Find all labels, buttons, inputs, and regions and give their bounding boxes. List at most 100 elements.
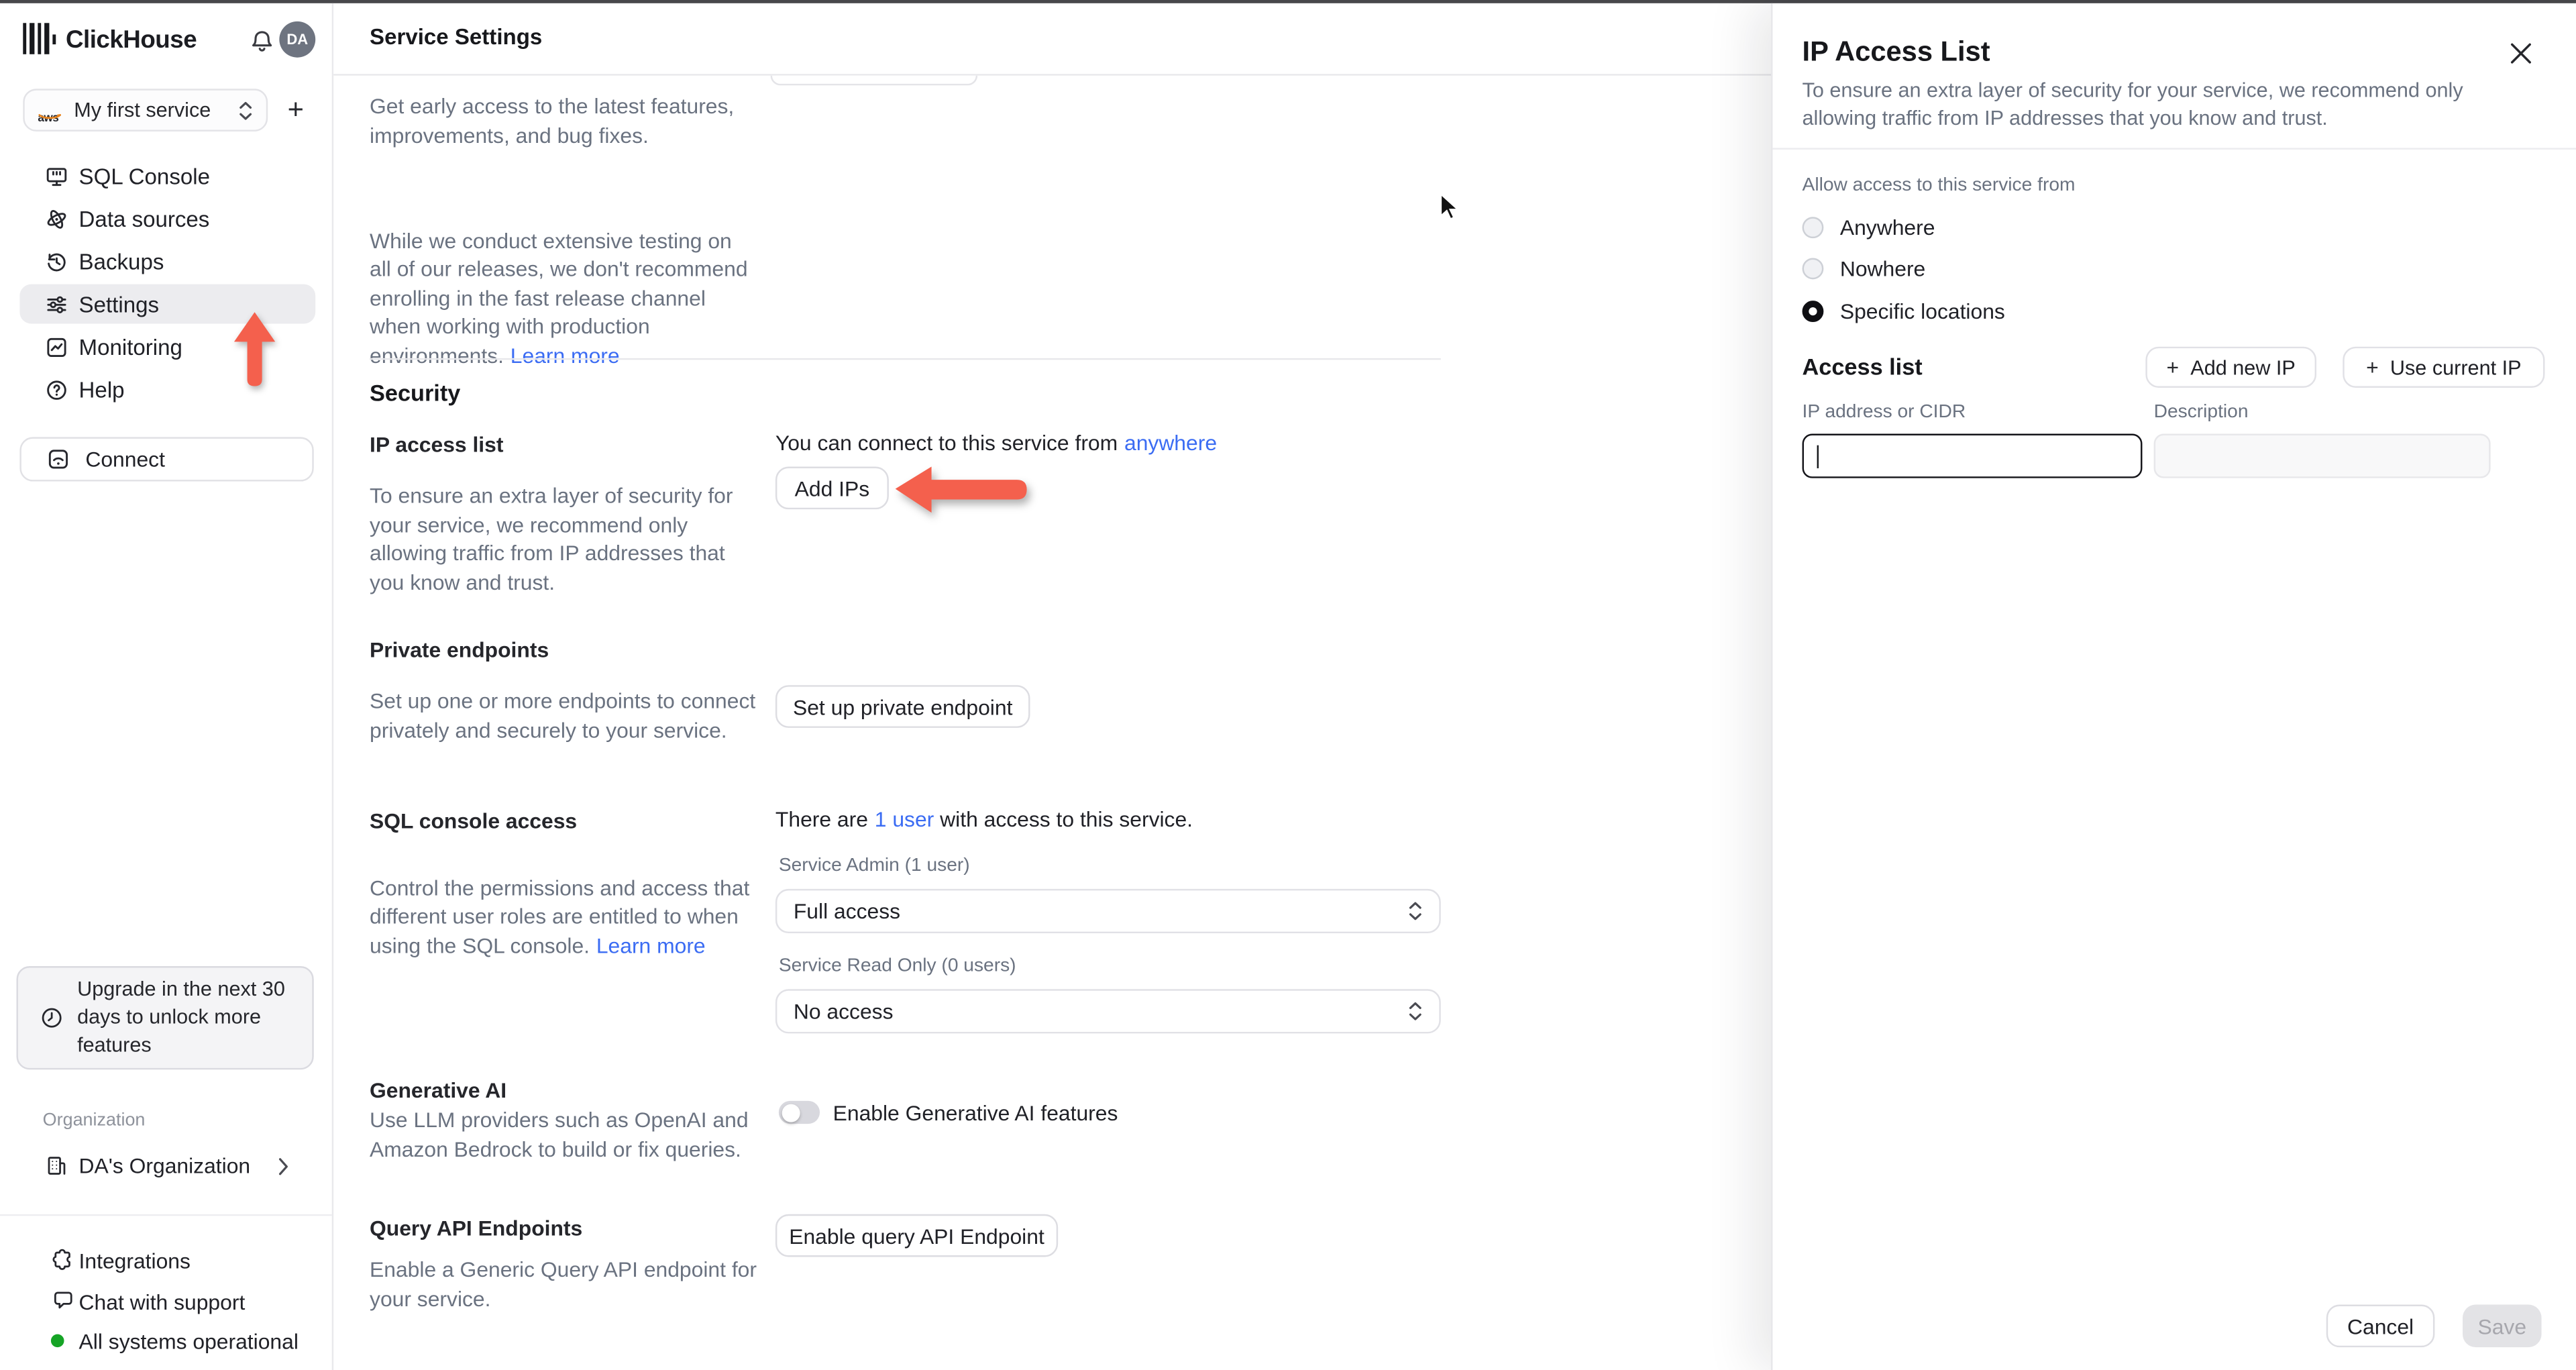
one-user-link[interactable]: 1 user (875, 806, 934, 831)
plus-icon: + (2166, 354, 2180, 380)
radio-circle-icon (1802, 257, 1824, 279)
chevron-right-icon (276, 1157, 290, 1176)
sql-console-access-title: SQL console access (370, 808, 578, 833)
security-section-title: Security (370, 379, 461, 406)
panel-description: To ensure an extra layer of security for… (1802, 78, 2463, 130)
building-icon (44, 1153, 69, 1178)
notifications-bell-icon[interactable] (248, 28, 276, 56)
security-section-divider (370, 358, 1441, 360)
ip-column-label: IP address or CIDR (1802, 403, 1966, 423)
description-column-label: Description (2153, 403, 2249, 423)
countdown-clock-icon (42, 1008, 62, 1028)
description-input[interactable] (2153, 433, 2491, 478)
service-admin-select[interactable]: Full access (775, 888, 1441, 934)
monitoring-icon (44, 334, 69, 359)
private-endpoints-title: Private endpoints (370, 637, 549, 662)
generative-ai-toggle[interactable] (778, 1100, 820, 1124)
learn-more-link[interactable]: Learn more (511, 343, 620, 368)
service-read-only-label: Service Read Only (0 users) (778, 956, 1016, 976)
sidebar-item-data-sources[interactable]: Data sources (0, 197, 333, 240)
generative-ai-title: Generative AI (370, 1077, 507, 1103)
toggle-knob (781, 1103, 800, 1122)
service-selector[interactable]: aws My first service (23, 89, 268, 131)
red-arrow-up-annotation (233, 312, 276, 386)
main-header (333, 3, 1772, 76)
access-list-title: Access list (1802, 353, 1923, 380)
learn-more-link[interactable]: Learn more (596, 933, 706, 957)
ip-access-list-description: To ensure an extra layer of security for… (370, 483, 733, 594)
sidebar-item-integrations[interactable]: Integrations (0, 1241, 333, 1281)
ip-access-list-panel: IP Access List To ensure an extra layer … (1771, 3, 2576, 1370)
panel-title: IP Access List (1802, 36, 1990, 68)
clickhouse-app: ClickHouse DA aws My first service + SQL… (0, 0, 2576, 1370)
settings-icon (44, 292, 69, 317)
select-updown-icon (1409, 902, 1421, 920)
radio-nowhere[interactable]: Nowhere (1802, 256, 1925, 280)
generative-ai-toggle-label: Enable Generative AI features (833, 1100, 1118, 1126)
organization-name: DA's Organization (78, 1153, 251, 1178)
brand-name: ClickHouse (65, 26, 197, 54)
organization-row[interactable]: DA's Organization (0, 1147, 333, 1186)
ip-access-connect-text: You can connect to this service from anyw… (775, 430, 1218, 456)
generative-ai-description: Use LLM providers such as OpenAI and Ama… (370, 1107, 749, 1161)
sql-console-access-summary: There are 1 user with access to this serv… (775, 806, 1193, 832)
sidebar-item-sql-console[interactable]: SQL Console (0, 154, 333, 197)
upgrade-notice-card[interactable]: Upgrade in the next 30 days to unlock mo… (16, 966, 314, 1070)
sidebar-item-settings[interactable]: Settings (0, 282, 333, 325)
sidebar-nav: SQL Console Data sources Backups Setting… (0, 154, 333, 411)
data-sources-icon (44, 206, 69, 231)
enable-query-api-button[interactable]: Enable query API Endpoint (775, 1214, 1059, 1257)
setup-private-endpoint-button[interactable]: Set up private endpoint (775, 685, 1030, 728)
upgrade-notice-text: Upgrade in the next 30 days to unlock mo… (77, 978, 285, 1057)
text-caret (1817, 445, 1819, 468)
service-read-only-select[interactable]: No access (775, 989, 1441, 1034)
chat-bubble-icon (51, 1288, 76, 1313)
sql-console-access-description: Control the permissions and access that … (370, 875, 750, 957)
save-button[interactable]: Save (2463, 1304, 2542, 1348)
radio-specific-locations[interactable]: Specific locations (1802, 298, 2005, 323)
cancel-button[interactable]: Cancel (2326, 1304, 2435, 1348)
sidebar-item-chat-support[interactable]: Chat with support (0, 1281, 333, 1322)
release-channel-paragraph-2: While we conduct extensive testing on al… (370, 227, 748, 368)
anywhere-link[interactable]: anywhere (1124, 431, 1217, 456)
organization-section-label: Organization (42, 1110, 146, 1130)
plus-icon: + (2366, 354, 2379, 380)
sidebar-item-monitoring[interactable]: Monitoring (0, 325, 333, 368)
connect-button[interactable]: Connect (19, 437, 314, 482)
backups-icon (44, 249, 69, 274)
clickhouse-logo-icon (23, 23, 56, 54)
user-avatar[interactable]: DA (279, 21, 316, 58)
add-service-button[interactable]: + (288, 94, 304, 127)
radio-selected-icon (1802, 299, 1824, 321)
sidebar-item-backups[interactable]: Backups (0, 240, 333, 283)
add-ips-button[interactable]: Add IPs (775, 466, 889, 510)
add-new-ip-button[interactable]: + Add new IP (2145, 346, 2317, 388)
sql-console-icon (44, 164, 69, 189)
sidebar-item-system-status[interactable]: All systems operational (0, 1321, 333, 1362)
status-green-dot-icon (50, 1334, 64, 1348)
connect-icon (48, 450, 68, 469)
red-arrow-left-annotation (895, 466, 1027, 513)
sidebar-divider (0, 1214, 332, 1216)
sidebar-item-help[interactable]: Help (0, 368, 333, 411)
panel-divider (1772, 148, 2576, 150)
selected-service-name: My first service (74, 98, 211, 122)
page-title: Service Settings (370, 24, 543, 50)
release-channel-paragraph-1: Get early access to the latest features,… (370, 93, 735, 148)
query-api-endpoints-title: Query API Endpoints (370, 1216, 583, 1241)
ip-address-input[interactable] (1802, 433, 2143, 478)
help-icon (44, 377, 69, 402)
select-updown-icon (1409, 1002, 1421, 1020)
release-channel-select-cutoff[interactable] (770, 75, 978, 86)
close-icon[interactable] (2510, 43, 2532, 64)
allow-access-label: Allow access to this service from (1802, 176, 2076, 196)
ip-access-list-title: IP access list (370, 432, 504, 457)
radio-anywhere[interactable]: Anywhere (1802, 215, 1935, 239)
use-current-ip-button[interactable]: + Use current IP (2343, 346, 2545, 388)
integrations-puzzle-icon (51, 1247, 76, 1272)
service-admin-label: Service Admin (1 user) (778, 855, 970, 876)
mouse-cursor (1440, 192, 1461, 221)
private-endpoints-description: Set up one or more endpoints to connect … (370, 688, 756, 742)
select-updown-icon (239, 101, 252, 119)
query-api-endpoints-description: Enable a Generic Query API endpoint for … (370, 1257, 757, 1311)
